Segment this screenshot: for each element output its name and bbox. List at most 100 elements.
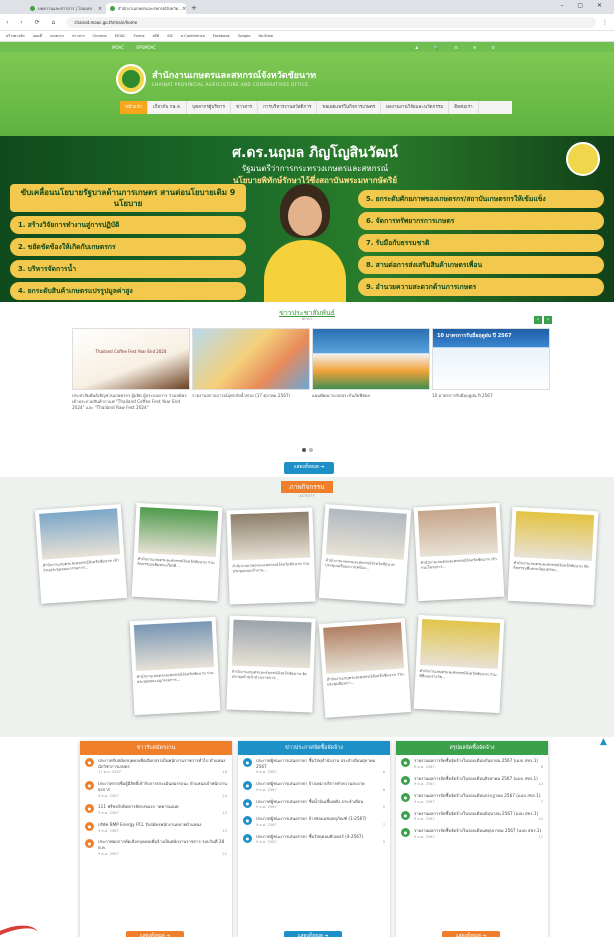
nav-item[interactable]: ผลงานงานวิจัยและนวัตกรรม <box>381 101 450 114</box>
bookmark-item[interactable]: สร้างทางลัด <box>6 33 25 39</box>
nav-item[interactable]: ขอเผยแพร่ในกิจการเกษตร <box>317 101 382 114</box>
nav-item[interactable]: ติดต่อเรา <box>449 101 479 114</box>
bullet-icon: ● <box>243 798 252 808</box>
item-title[interactable]: รายงานผลการจัดซื้อจัดจ้างในรอบเดือนสิงหา… <box>414 776 543 782</box>
nav-buttons[interactable]: ‹ › ⟳ ⌂ <box>6 19 60 26</box>
panel-list-item[interactable]: ● ประกาศผู้ชนะการเสนอราคา จ้างซ่อมแซมครุภ… <box>238 813 390 831</box>
topbar-link-opsmoac[interactable]: OPSMOAC <box>136 45 156 50</box>
panel-list-item[interactable]: ● รายงานผลการจัดซื้อจัดจ้างในรอบเดือนกรกฎ… <box>396 790 548 808</box>
news-card[interactable]: รายงานสถานการณ์อุทกภัยน้ำท่วม (17 ตุลาคม… <box>192 328 310 399</box>
item-title[interactable]: รายงานผลการจัดซื้อจัดจ้างในรอบเดือนมิถุน… <box>414 811 543 817</box>
item-title[interactable]: บริษัท BMP Energy PCL รับสมัครพนักงานหลา… <box>98 822 227 828</box>
next-arrow-icon[interactable]: › <box>544 316 552 324</box>
item-title[interactable]: ประกาศผู้ชนะการเสนอราคา ซื้อวัสดุสำนักงา… <box>256 758 385 769</box>
panel-list-item[interactable]: ● รายงานผลการจัดซื้อจัดจ้างในรอบเดือนมิถุ… <box>396 808 548 826</box>
prev-arrow-icon[interactable]: ‹ <box>534 316 542 324</box>
item-title[interactable]: ประกาศผู้ชนะการเสนอราคา ซื้อวัสดุคอมพิวเ… <box>256 834 385 840</box>
bullet-icon: ● <box>401 758 410 767</box>
browser-tab-active[interactable]: สำนักงานเกษตรและสหกรณ์จังหวัด... × <box>106 3 186 14</box>
activity-caption: สำนักงานเกษตรและสหกรณ์จังหวัดชัยนาท เข้า… <box>420 556 497 571</box>
item-views: 24 <box>222 793 227 798</box>
window-controls[interactable]: – ▢ ✕ <box>560 2 608 9</box>
news-carousel-arrows: ‹ › <box>534 316 552 324</box>
nav-item[interactable]: ข่าวสาร <box>231 101 259 114</box>
browser-tab[interactable]: บทความและข่าวสาร | โฮมเพจ × <box>26 3 106 14</box>
topbar-link-moac[interactable]: MOAC <box>112 45 124 50</box>
item-title[interactable]: ประกาศรายชื่อผู้มีสิทธิ์เข้ารับการประเมิ… <box>98 781 227 792</box>
item-title[interactable]: ประกาศผลการคัดเลือกบุคคลเพื่อจ้างเป็นพนั… <box>98 839 227 850</box>
activity-photo-card[interactable]: สำนักงานเกษตรและสหกรณ์จังหวัดชัยนาท เข้า… <box>34 504 128 604</box>
activity-photo-card[interactable]: สำนักงานเกษตรและสหกรณ์จังหวัดชัยนาท จัดป… <box>226 615 316 713</box>
bookmark-item[interactable]: YouTube <box>258 34 273 38</box>
panel-list-item[interactable]: ● รายงานผลการจัดซื้อจัดจ้างในรอบเดือนกันย… <box>396 755 548 773</box>
activity-photo-card[interactable]: สำนักงานเกษตรและสหกรณ์จังหวัดชัยนาท ประช… <box>318 504 412 604</box>
panel-list-item[interactable]: ● ประกาศผู้ชนะการเสนอราคา จ้างเหมาบริการท… <box>238 778 390 796</box>
activity-photo-card[interactable]: สำนักงานเกษตรและสหกรณ์จังหวัดชัยนาท ร่วม… <box>318 618 412 718</box>
site-title: สำนักงานเกษตรและสหกรณ์จังหวัดชัยนาท <box>152 71 317 81</box>
news-card[interactable]: 10 มาตรการรับมือฤดูฝน ปี 2567 10 มาตรการ… <box>432 328 550 399</box>
activity-photo-card[interactable]: สำนักงานเกษตรและสหกรณ์จังหวัดชัยนาท จัดก… <box>507 506 599 606</box>
activity-photo-card[interactable]: สำนักงานเกษตรและสหกรณ์จังหวัดชัยนาท ร่วม… <box>129 616 221 716</box>
panel-list-item[interactable]: ● รายงานผลการจัดซื้อจัดจ้างในรอบเดือนสิงห… <box>396 773 548 791</box>
favicon-icon <box>110 6 115 11</box>
activity-photo-card[interactable]: สำนักงานเกษตรและสหกรณ์จังหวัดชัยนาท ร่วม… <box>413 614 505 714</box>
activity-photo-card[interactable]: สำนักงานเกษตรและสหกรณ์จังหวัดชัยนาท ร่วม… <box>131 502 223 602</box>
item-title[interactable]: 111 ฟรีชอร์ปปัดทารย์ทรงของก าคทารเมนต <box>98 804 227 810</box>
hero-banner[interactable]: ศ.ดร.นฤมล ภิญโญสินวัฒน์ รัฐมนตรีว่าการกร… <box>0 136 614 302</box>
news-card[interactable]: Thailand Coffee Fest Year End 2024 ประชา… <box>72 328 190 411</box>
bullet-icon: ● <box>401 828 410 838</box>
item-title[interactable]: ประกาศผู้ชนะการเสนอราคา จ้างเหมาบริการทำ… <box>256 781 385 787</box>
bullet-icon: ● <box>85 839 94 849</box>
panel-more-button[interactable]: แสดงทั้งหมด ➔ <box>126 931 184 937</box>
bullet-icon: ● <box>85 781 94 791</box>
bookmark-item[interactable]: SIS <box>167 34 173 38</box>
panel-title: สรุปผลจัดซื้อจัดจ้าง <box>396 741 548 755</box>
panel-list-item[interactable]: ● รายงานผลการจัดซื้อจัดจ้างในรอบเดือนพฤษภ… <box>396 825 548 843</box>
new-tab-button[interactable]: + <box>186 3 202 14</box>
url-input[interactable]: chainat.moac.go.th/main/home <box>66 16 596 28</box>
browser-menu-icon[interactable]: ⋮ <box>602 19 608 26</box>
item-title[interactable]: ประกาศผู้ชนะการเสนอราคา ซื้อน้ำมันเชื้อเ… <box>256 799 385 805</box>
panel-list-item[interactable]: ● ประกาศผู้ชนะการเสนอราคา ซื้อน้ำมันเชื้อ… <box>238 796 390 814</box>
panel-list-item[interactable]: ● ประกาศรับสมัครบุคคลเพื่อเลือกสรรเป็นพนั… <box>80 755 232 778</box>
bookmark-item[interactable]: Forms <box>134 34 145 38</box>
bookmark-item[interactable]: e-Conference <box>181 34 205 38</box>
panel-more-button[interactable]: แสดงทั้งหมด ➔ <box>284 931 342 937</box>
panel-list-item[interactable]: ● 111 ฟรีชอร์ปปัดทารย์ทรงของก าคทารเมนต 9 … <box>80 801 232 819</box>
nav-item[interactable]: หน้าแรก <box>120 101 148 114</box>
panel-list-item[interactable]: ● บริษัท BMP Energy PCL รับสมัครพนักงานหล… <box>80 819 232 837</box>
announcement-panel: สรุปผลจัดซื้อจัดจ้าง ● รายงานผลการจัดซื้อจ… <box>396 741 548 937</box>
panel-more-button[interactable]: แสดงทั้งหมด ➔ <box>442 931 500 937</box>
nav-item[interactable]: บุคลากรผู้บริหาร <box>187 101 231 114</box>
item-title[interactable]: รายงานผลการจัดซื้อจัดจ้างในรอบเดือนกรกฎา… <box>414 793 543 799</box>
item-title[interactable]: ประกาศรับสมัครบุคคลเพื่อเลือกสรรเป็นพนัก… <box>98 758 227 769</box>
bookmark-item[interactable]: สถิติ <box>152 33 159 39</box>
item-title[interactable]: รายงานผลการจัดซื้อจัดจ้างในรอบเดือนพฤษภา… <box>414 828 543 834</box>
bookmark-item[interactable]: MOAC <box>115 34 126 38</box>
bookmark-item[interactable]: แผนที่ <box>33 33 42 39</box>
panel-list-item[interactable]: ● ประกาศผู้ชนะการเสนอราคา ซื้อวัสดุสำนักง… <box>238 755 390 778</box>
nav-item[interactable]: เกี่ยวกับ กษ.จ. <box>148 101 188 114</box>
nav-item[interactable]: การบริหารงานสวัสดิการ <box>258 101 318 114</box>
close-icon[interactable]: × <box>98 6 102 12</box>
bookmark-item[interactable]: Google <box>238 34 251 38</box>
news-pagination[interactable] <box>302 448 313 452</box>
panel-list-item[interactable]: ● ประกาศผู้ชนะการเสนอราคา ซื้อวัสดุคอมพิว… <box>238 831 390 849</box>
address-bar-row: ‹ › ⟳ ⌂ chainat.moac.go.th/main/home ⋮ <box>0 14 614 31</box>
item-title[interactable]: รายงานผลการจัดซื้อจัดจ้างในรอบเดือนกันยา… <box>414 758 543 764</box>
activity-photo-card[interactable]: สำนักงานเกษตรและสหกรณ์จังหวัดชัยนาท เข้า… <box>413 502 505 602</box>
bookmark-item[interactable]: ข่าวสาร <box>72 33 85 39</box>
scroll-up-icon[interactable]: ▲ <box>600 737 610 747</box>
bookmark-item[interactable]: Chrome <box>93 34 107 38</box>
panel-list-item[interactable]: ● ประกาศผลการคัดเลือกบุคคลเพื่อจ้างเป็นพน… <box>80 836 232 859</box>
site-logo[interactable] <box>116 64 146 94</box>
activity-photo-card[interactable]: สำนักงานเกษตรและสหกรณ์จังหวัดชัยนาท ร่วม… <box>226 507 316 605</box>
topbar-icons[interactable]: ♟ 🔍 ☰ ✉ ✆ <box>415 45 502 50</box>
news-more-button[interactable]: แสดงทั้งหมด ➔ <box>284 462 334 474</box>
bookmark-item[interactable]: Facebook <box>213 34 230 38</box>
item-date: 9 ต.ค. 2567 <box>98 793 119 798</box>
panel-list-item[interactable]: ● ประกาศรายชื่อผู้มีสิทธิ์เข้ารับการประเม… <box>80 778 232 801</box>
news-card[interactable]: แผนพัฒนาระบบประกันภัยพืชผล <box>312 328 430 399</box>
bookmark-item[interactable]: เกษตรกร <box>50 33 64 39</box>
item-title[interactable]: ประกาศผู้ชนะการเสนอราคา จ้างซ่อมแซมครุภั… <box>256 816 385 822</box>
